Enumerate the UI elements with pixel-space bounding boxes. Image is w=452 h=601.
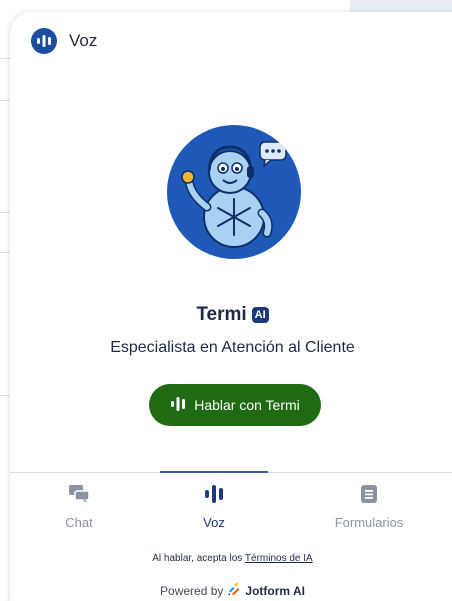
widget-header: Voz [10,12,452,70]
tab-voz-label: Voz [203,515,225,530]
brand-name: Jotform AI [245,583,305,598]
bottom-tabs: Chat Voz Formularios [10,474,452,534]
snowman-agent-avatar-icon [181,141,287,248]
tab-voz[interactable]: Voz [149,474,279,534]
powered-by: Powered by Jotform AI [10,582,452,599]
form-document-icon [359,484,379,509]
tab-formularios[interactable]: Formularios [304,474,434,534]
terms-notice: Al hablar, acepta los Términos de IA [10,553,452,564]
talk-button[interactable]: Hablar con Termi [149,384,321,426]
tab-chat[interactable]: Chat [14,474,144,534]
terms-link[interactable]: Términos de IA [245,553,313,564]
agent-name: Termi [196,304,247,325]
voice-bars-icon [203,484,225,509]
voice-bars-icon [170,396,186,415]
tab-chat-label: Chat [65,515,93,530]
agent-role: Especialista en Atención al Cliente [110,339,355,356]
voice-bars-icon [31,28,57,54]
agent-avatar [167,125,301,259]
chat-bubbles-icon [68,484,90,509]
voice-agent-widget: Voz Termi AI Especialista en Atención al… [10,12,452,601]
ai-badge: AI [251,307,269,323]
terms-prefix: Al hablar, acepta los [152,553,243,564]
talk-button-label: Hablar con Termi [194,397,300,413]
tab-formularios-label: Formularios [334,515,404,530]
header-title: Voz [69,31,98,50]
agent-name-row: Termi AI [10,304,452,326]
powered-by-label: Powered by [160,583,224,598]
active-tab-indicator [160,471,268,473]
jotform-logo-icon [227,582,241,599]
